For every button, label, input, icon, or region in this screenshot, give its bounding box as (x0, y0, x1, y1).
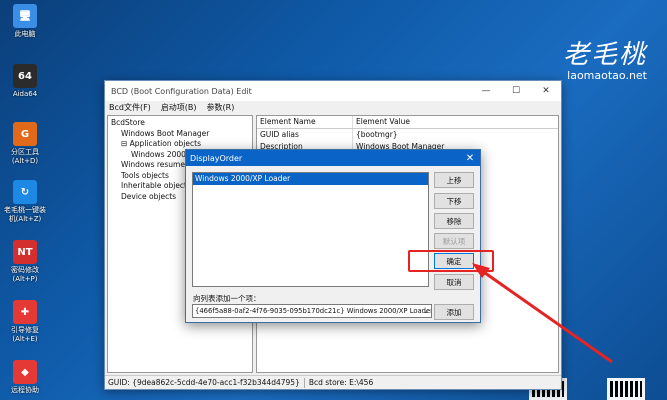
annotation-arrow-icon (472, 263, 613, 364)
